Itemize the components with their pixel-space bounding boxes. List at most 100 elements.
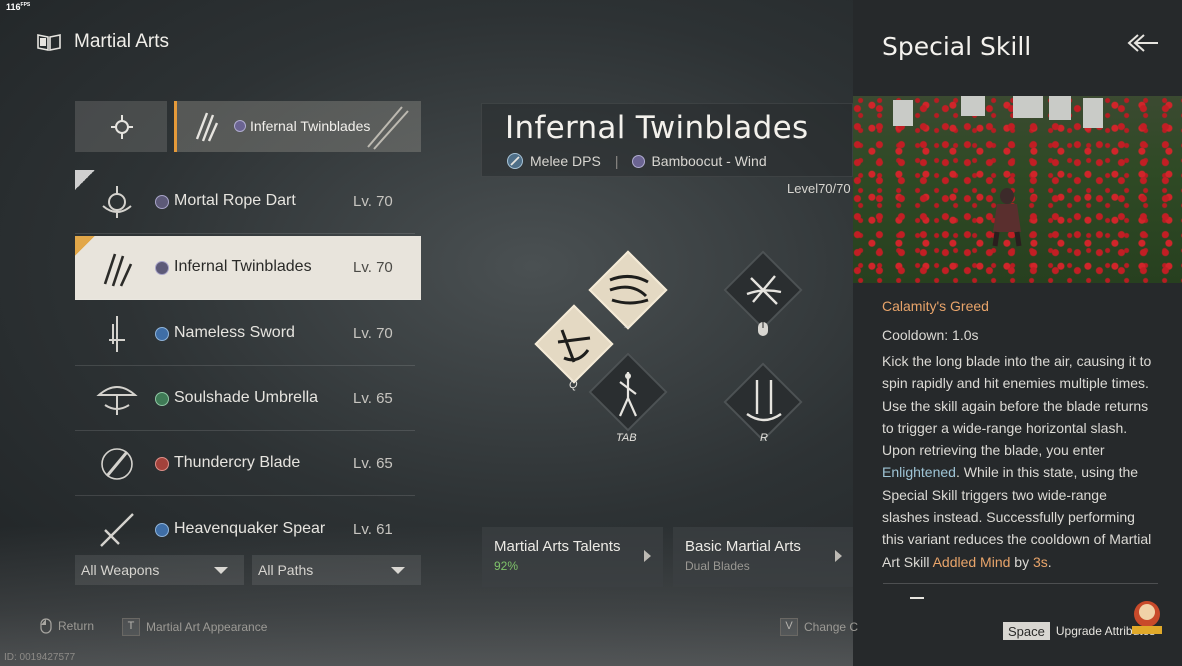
weapon-name: Soulshade Umbrella [174,389,319,406]
skill-cooldown: Cooldown: 1.0s [882,327,979,343]
book-icon [37,34,61,51]
path-emblem-icon [632,154,646,168]
chevron-right-icon [835,550,842,562]
fps-unit: FPS [20,2,31,8]
tombstone [1013,96,1043,118]
path-emblem-icon [234,120,246,132]
desc-value-cooldown: 3s [1032,553,1048,570]
martial-arts-talents-card[interactable]: Martial Arts Talents 92% [482,527,663,587]
path-emblem-icon [155,327,169,341]
key-v: V [780,618,798,636]
panel-divider [883,583,1158,584]
tombstone [1083,98,1103,128]
path-filter-dropdown[interactable]: All Paths [252,555,421,585]
umbrella-icon [96,386,138,415]
tag-separator: | [614,153,619,169]
change-hint[interactable]: V Change C [780,618,858,636]
path-emblem-icon [155,261,169,275]
weapon-row-nameless-sword[interactable]: Nameless Sword Lv. 70 [75,302,415,366]
weapon-filter-value: All Weapons [81,562,160,578]
weapon-level: Lv. 70 [353,259,393,276]
skill-key-tab: TAB [616,432,637,444]
fps-value: 116 [6,2,21,12]
rope-dart-icon [102,186,132,218]
skill-description: Kick the long blade into the air, causin… [882,350,1156,573]
cross-blade-skill-icon [746,275,782,305]
fps-counter: 116FPS [6,2,30,12]
path-emblem-icon [155,195,169,209]
weapon-row-infernal-twinblades[interactable]: Infernal Twinblades Lv. 70 [75,236,421,300]
twinblades-icon [103,253,133,287]
key-space: Space [1003,622,1050,640]
basic-martial-arts-card[interactable]: Basic Martial Arts Dual Blades [673,527,854,587]
return-label: Return [58,619,95,633]
path-filter-value: All Paths [258,562,314,578]
tombstone [1049,96,1071,120]
weapon-row-mortal-rope-dart[interactable]: Mortal Rope Dart Lv. 70 [75,170,415,234]
selected-weapon-banner[interactable]: Infernal Twinblades [174,101,421,152]
weapon-level: Lv. 65 [353,390,393,407]
weapon-row-heavenquaker-spear[interactable]: Heavenquaker Spear Lv. 61 [75,498,415,548]
skill-key-r: R [760,432,768,444]
card-title: Martial Arts Talents [494,538,621,555]
chevron-down-icon [391,567,405,574]
card-title: Basic Martial Arts [685,538,801,555]
key-t: T [122,618,140,636]
stance-skill-icon [618,372,638,417]
blade-icon [101,448,133,480]
twin-cross-skill-icon [557,329,591,363]
weapon-name: Nameless Sword [174,324,295,341]
weapon-tags: Melee DPS | Bamboocut - Wind [506,152,767,170]
rope-dart-icon [111,115,133,139]
mascot-logo-icon [1132,601,1162,634]
weapon-level: Lv. 70 [353,193,393,210]
weapon-role: Melee DPS [530,153,601,169]
path-emblem-icon [155,392,169,406]
page-indicator [910,597,924,599]
card-subtitle: Dual Blades [685,559,750,573]
skill-key-q: Q [569,379,578,391]
desc-keyword-enlightened: Enlightened [882,464,956,481]
weapon-name: Heavenquaker Spear [174,520,326,537]
weapon-filter-dropdown[interactable]: All Weapons [75,555,244,585]
weapon-level: Lv. 70 [353,325,393,342]
return-hint[interactable]: Return [40,618,94,634]
weapon-category-tab[interactable] [75,101,167,152]
sword-icon [109,316,125,352]
change-label: Change C [804,620,859,634]
tombstone [961,96,985,116]
character-figure [992,188,1022,247]
back-arrow-icon[interactable] [1124,32,1160,54]
path-emblem-icon [155,457,169,471]
tombstone [893,100,913,126]
weapon-row-thundercry-blade[interactable]: Thundercry Blade Lv. 65 [75,432,415,496]
weapon-level-readout: Level70/70 [787,181,851,196]
chevron-right-icon [644,550,651,562]
page-title: Martial Arts [74,31,170,52]
slash-skill-icon [609,275,649,305]
desc-text: . [1047,553,1052,570]
desc-keyword-addled-mind: Addled Mind [932,553,1011,570]
twin-sword-skill-icon [746,380,782,422]
weapon-name: Infernal Twinblades [174,258,312,275]
weapon-title: Infernal Twinblades [505,110,809,146]
appearance-label: Martial Art Appearance [146,620,268,634]
selected-weapon-name: Infernal Twinblades [250,118,371,134]
path-emblem-icon [155,523,169,537]
weapon-name: Thundercry Blade [174,454,301,471]
twinblades-icon [195,112,219,142]
weapon-level: Lv. 61 [353,521,393,538]
equipped-check-icon [75,170,95,190]
appearance-hint[interactable]: T Martial Art Appearance [122,618,267,636]
skill-name: Calamity's Greed [882,298,989,314]
panel-title: Special Skill [882,32,1032,61]
twinblades-art-icon [367,106,409,150]
weapon-row-soulshade-umbrella[interactable]: Soulshade Umbrella Lv. 65 [75,367,415,431]
mouse-icon [758,322,768,336]
card-progress: 92% [494,559,519,573]
mouse-icon [40,618,52,634]
desc-text: by [1010,553,1033,570]
equipped-check-icon [75,236,95,256]
player-id: ID: 0019427577 [4,652,76,663]
melee-role-icon [507,153,523,169]
